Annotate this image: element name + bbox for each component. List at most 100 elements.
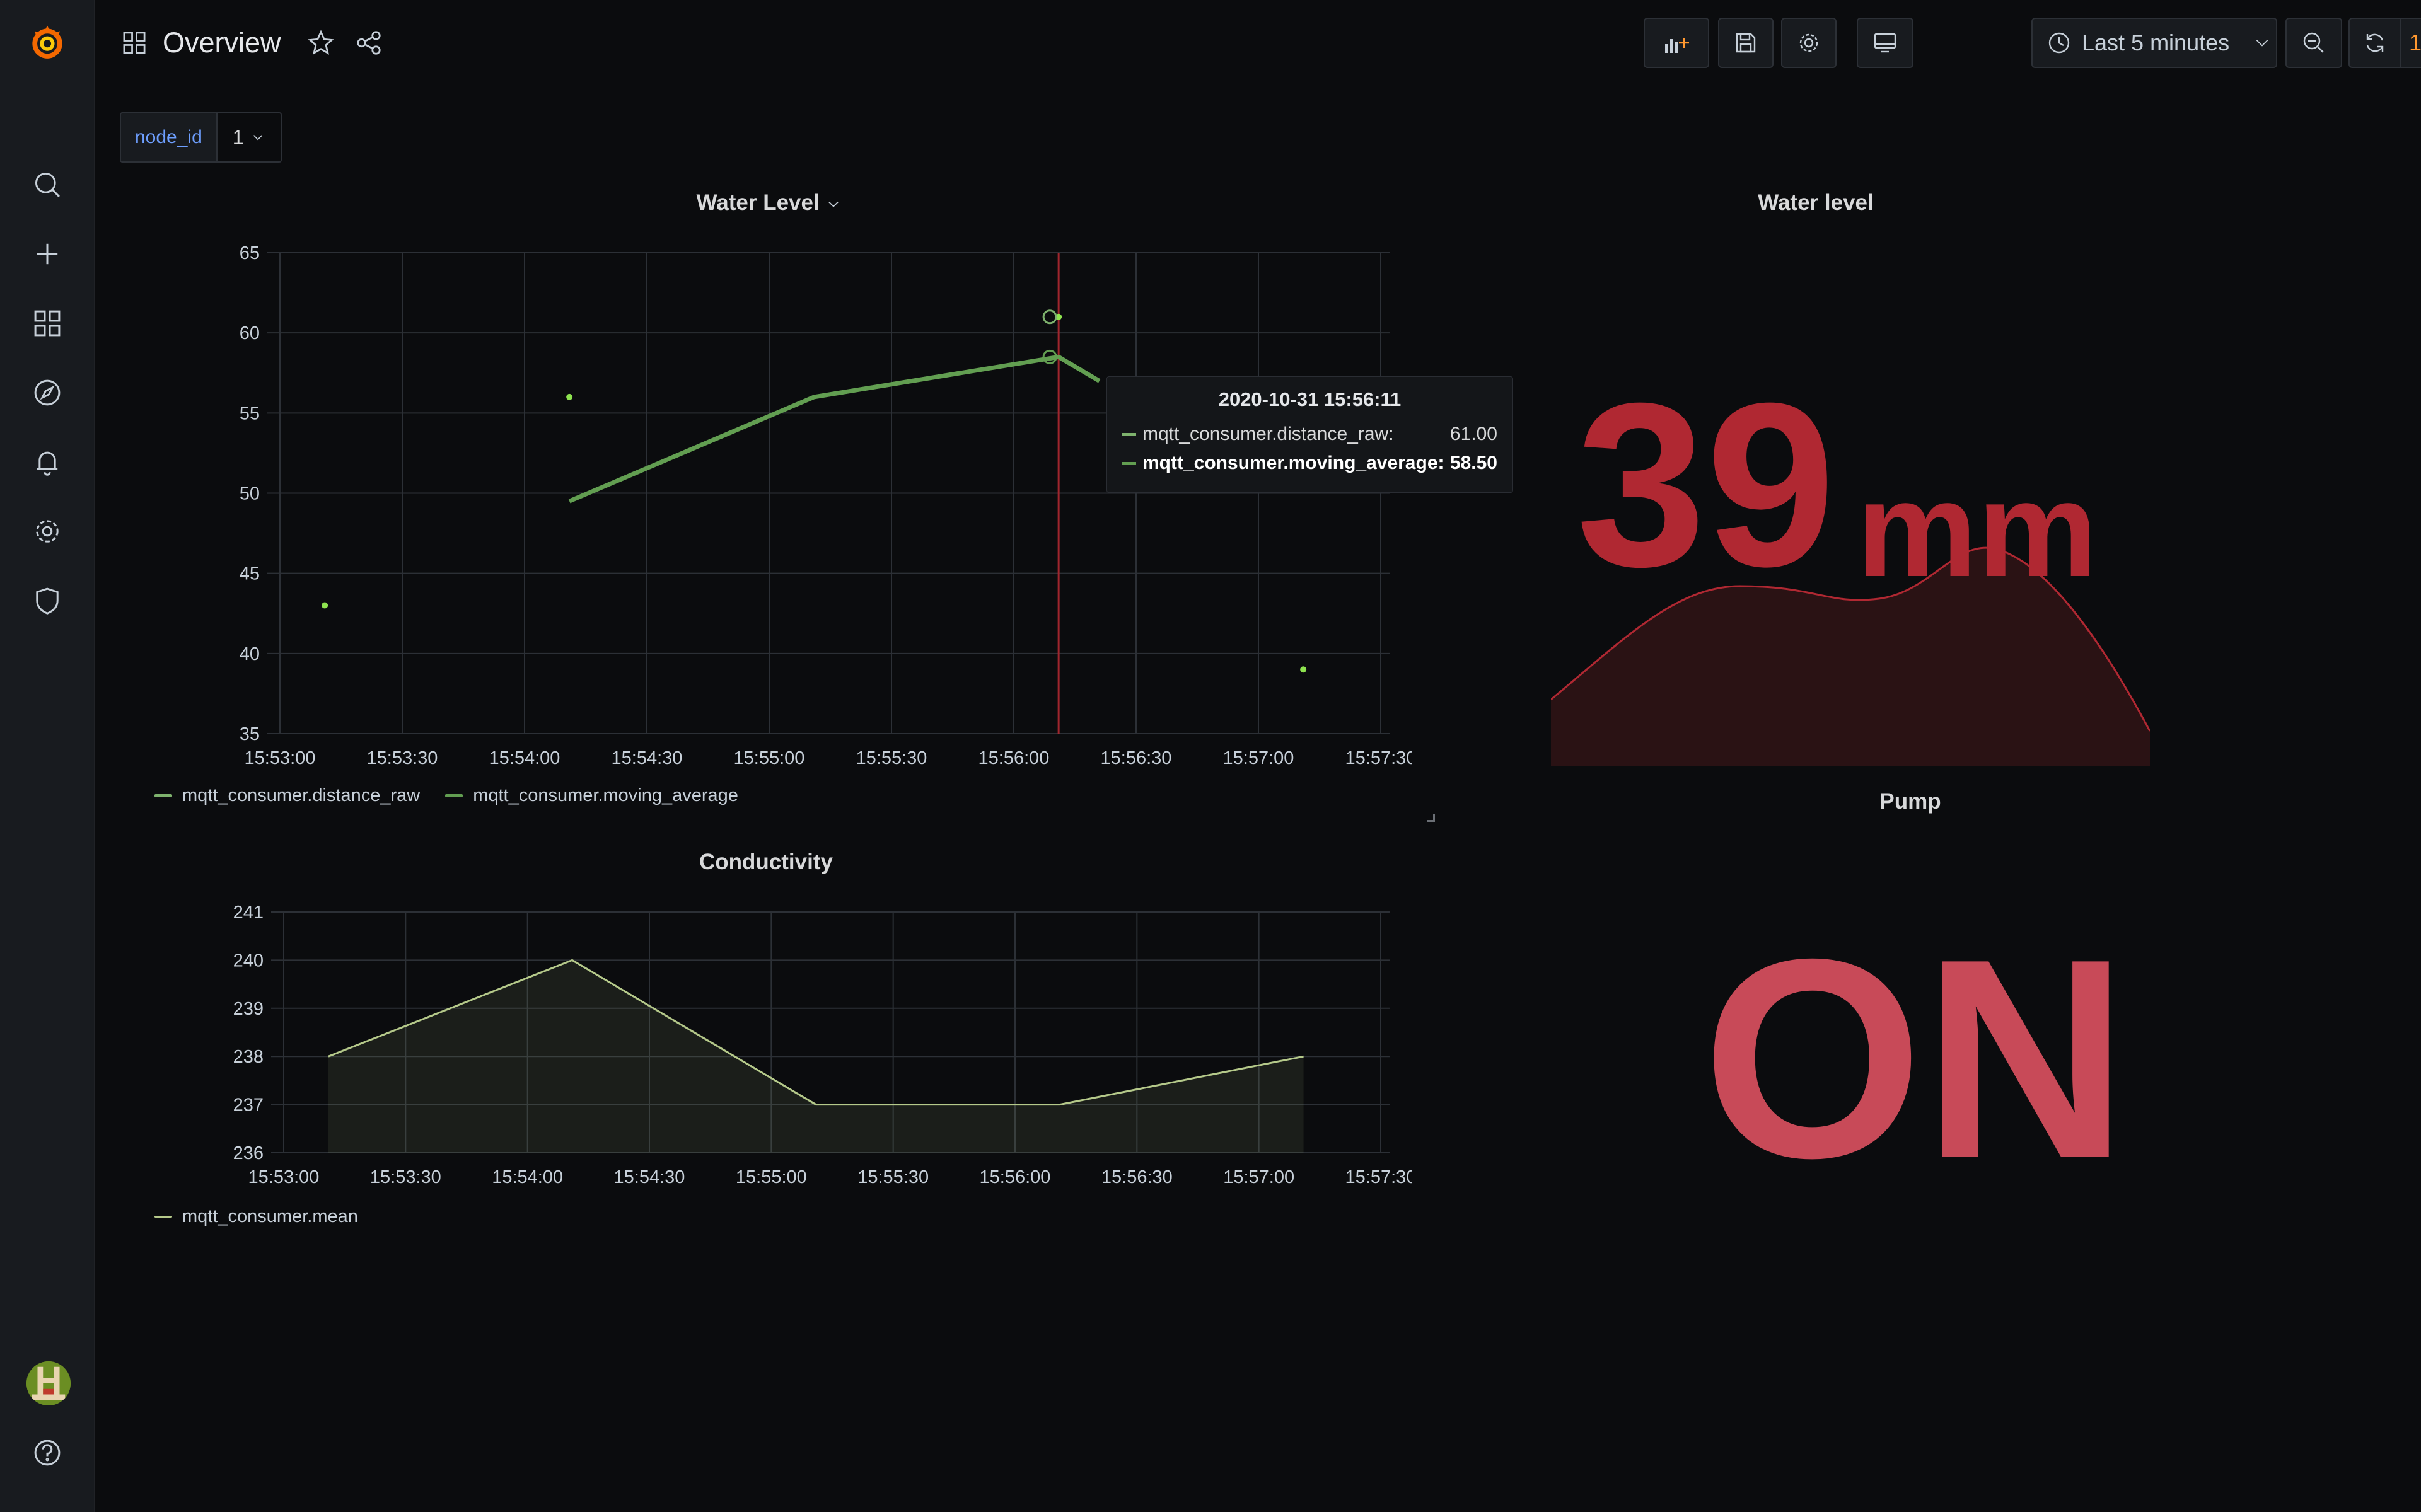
refresh-interval-label[interactable]: 10s [2409, 30, 2421, 56]
water-level-stat-value: 39 [1576, 355, 1836, 615]
legend-swatch-moving-average [445, 794, 463, 797]
water-level-chart[interactable]: 35 40 45 50 55 60 65 15:53:00 15:53:30 15:54:00 15… [120, 233, 1412, 788]
x-tick-label: 15:55:00 [734, 748, 805, 768]
time-picker-button[interactable]: Last 5 minutes [2031, 18, 2277, 68]
avatar[interactable] [26, 1361, 71, 1405]
zoom-out-icon [2303, 32, 2324, 53]
water-level-legend: mqtt_consumer.distance_raw mqtt_consumer… [154, 785, 738, 806]
legend-item-moving-average[interactable]: mqtt_consumer.moving_average [445, 785, 738, 806]
water-level-stat-title[interactable]: Water level [1627, 190, 2005, 216]
series-line-moving-average [568, 354, 1101, 504]
y-tick-label: 35 [240, 724, 260, 744]
y-tick-label: 40 [240, 644, 260, 664]
sidebar [0, 0, 95, 1512]
avatar-pattern [26, 1361, 71, 1405]
water-level-title-text: Water Level [696, 190, 820, 215]
panel-menu-chevron-icon[interactable] [825, 196, 842, 212]
refresh-icon [2366, 33, 2384, 52]
x-tick-label: 15:54:00 [489, 748, 560, 768]
legend-swatch-mean [154, 1216, 172, 1218]
x-tick-label: 15:54:00 [492, 1167, 563, 1187]
top-navbar: Overview Last 5 minutes 10s [95, 0, 2421, 88]
tooltip-name-moving-average: mqtt_consumer.moving_average: [1142, 453, 1444, 473]
dashboard-title[interactable]: Overview [163, 26, 281, 59]
conductivity-panel-title[interactable]: Conductivity [630, 850, 902, 875]
settings-gear-icon [1799, 33, 1818, 52]
add-panel-icon [1665, 38, 1689, 53]
y-tick-label: 65 [240, 243, 260, 263]
data-point-distance-raw[interactable] [1300, 666, 1307, 673]
add-panel-button[interactable] [1644, 18, 1709, 68]
compass-icon[interactable] [25, 371, 69, 415]
data-point-distance-raw[interactable] [566, 393, 573, 400]
refresh-button[interactable]: 10s [2348, 18, 2421, 68]
bell-icon[interactable] [25, 440, 69, 484]
search-icon[interactable] [25, 163, 69, 207]
chevron-down-icon [2256, 40, 2268, 47]
share-icon[interactable] [354, 28, 383, 57]
tooltip-swatch-distance-raw [1122, 432, 1136, 436]
legend-item-mean[interactable]: mqtt_consumer.mean [154, 1206, 358, 1227]
panel-resize-handle[interactable] [1427, 814, 1435, 822]
x-tick-label: 15:57:00 [1223, 1167, 1294, 1187]
tooltip-value-distance-raw: 61.00 [1449, 424, 1497, 444]
legend-swatch-distance-raw [154, 794, 172, 797]
x-tick-label: 15:56:00 [980, 1167, 1051, 1187]
tooltip-value-moving-average: 58.50 [1449, 453, 1497, 473]
tooltip-row-distance-raw: mqtt_consumer.distance_raw: 61.00 [1122, 420, 1497, 449]
x-tick-label: 15:54:30 [612, 748, 683, 768]
variable-node-id-select[interactable]: 1 [216, 112, 282, 163]
dashboards-icon[interactable] [25, 301, 69, 345]
variable-bar: node_id 1 [120, 112, 282, 163]
cycle-view-mode-button[interactable] [1857, 18, 1913, 68]
tooltip-name-distance-raw: mqtt_consumer.distance_raw: [1142, 424, 1394, 444]
dashboard-settings-button[interactable] [1781, 18, 1837, 68]
variable-node-id-label: node_id [120, 112, 216, 163]
x-tick-label: 15:53:30 [370, 1167, 441, 1187]
y-tick-label: 237 [233, 1095, 264, 1116]
clock-icon [2048, 32, 2070, 54]
plus-icon[interactable] [25, 232, 69, 276]
save-dashboard-button[interactable] [1718, 18, 1774, 68]
y-tick-label: 55 [240, 403, 260, 424]
y-tick-label: 236 [233, 1143, 264, 1163]
water-level-stat-unit: mm [1857, 453, 2098, 605]
conductivity-chart[interactable]: 236 237 238 239 240 241 15:53:00 15:53:30 15:54:… [120, 895, 1412, 1197]
variable-node-id-value: 1 [232, 125, 244, 149]
grafana-logo-svg [32, 25, 62, 59]
x-tick-label: 15:55:30 [857, 1167, 929, 1187]
dashboard-grid-icon[interactable] [120, 28, 149, 57]
x-tick-label: 15:57:30 [1345, 1167, 1412, 1187]
pump-status-value: ON [1702, 901, 2128, 1217]
zoom-out-button[interactable] [2285, 18, 2342, 68]
y-tick-label: 240 [233, 950, 264, 971]
star-icon[interactable] [306, 28, 335, 57]
variable-chevron-down-icon [253, 135, 262, 141]
water-level-panel-title[interactable]: Water Level [630, 190, 908, 216]
y-tick-label: 45 [240, 564, 260, 584]
tooltip-swatch-moving-average [1122, 461, 1136, 465]
legend-item-distance-raw[interactable]: mqtt_consumer.distance_raw [154, 785, 420, 806]
x-tick-label: 15:55:30 [856, 748, 927, 768]
hover-marker-distance-raw [1042, 309, 1057, 325]
help-icon[interactable] [25, 1431, 69, 1475]
x-tick-label: 15:56:00 [978, 748, 1050, 768]
y-tick-label: 241 [233, 903, 264, 923]
pump-panel-title[interactable]: Pump [1784, 789, 2036, 814]
monitor-icon [1874, 33, 1896, 53]
data-point-distance-raw[interactable] [322, 602, 328, 609]
y-tick-label: 239 [233, 999, 264, 1019]
conductivity-legend: mqtt_consumer.mean [154, 1206, 358, 1227]
grafana-logo-icon[interactable] [25, 20, 69, 64]
shield-icon[interactable] [25, 579, 69, 623]
x-tick-label: 15:54:30 [614, 1167, 685, 1187]
x-tick-label: 15:56:30 [1101, 748, 1172, 768]
gear-icon[interactable] [25, 509, 69, 553]
graph-tooltip: 2020-10-31 15:56:11 mqtt_consumer.distan… [1106, 376, 1513, 493]
x-tick-label: 15:57:00 [1223, 748, 1294, 768]
legend-label-mean: mqtt_consumer.mean [182, 1206, 358, 1226]
time-range-label: Last 5 minutes [2082, 30, 2230, 55]
x-tick-label: 15:57:30 [1345, 748, 1412, 768]
x-tick-label: 15:53:00 [248, 1167, 320, 1187]
tooltip-row-moving-average: mqtt_consumer.moving_average: 58.50 [1122, 449, 1497, 478]
